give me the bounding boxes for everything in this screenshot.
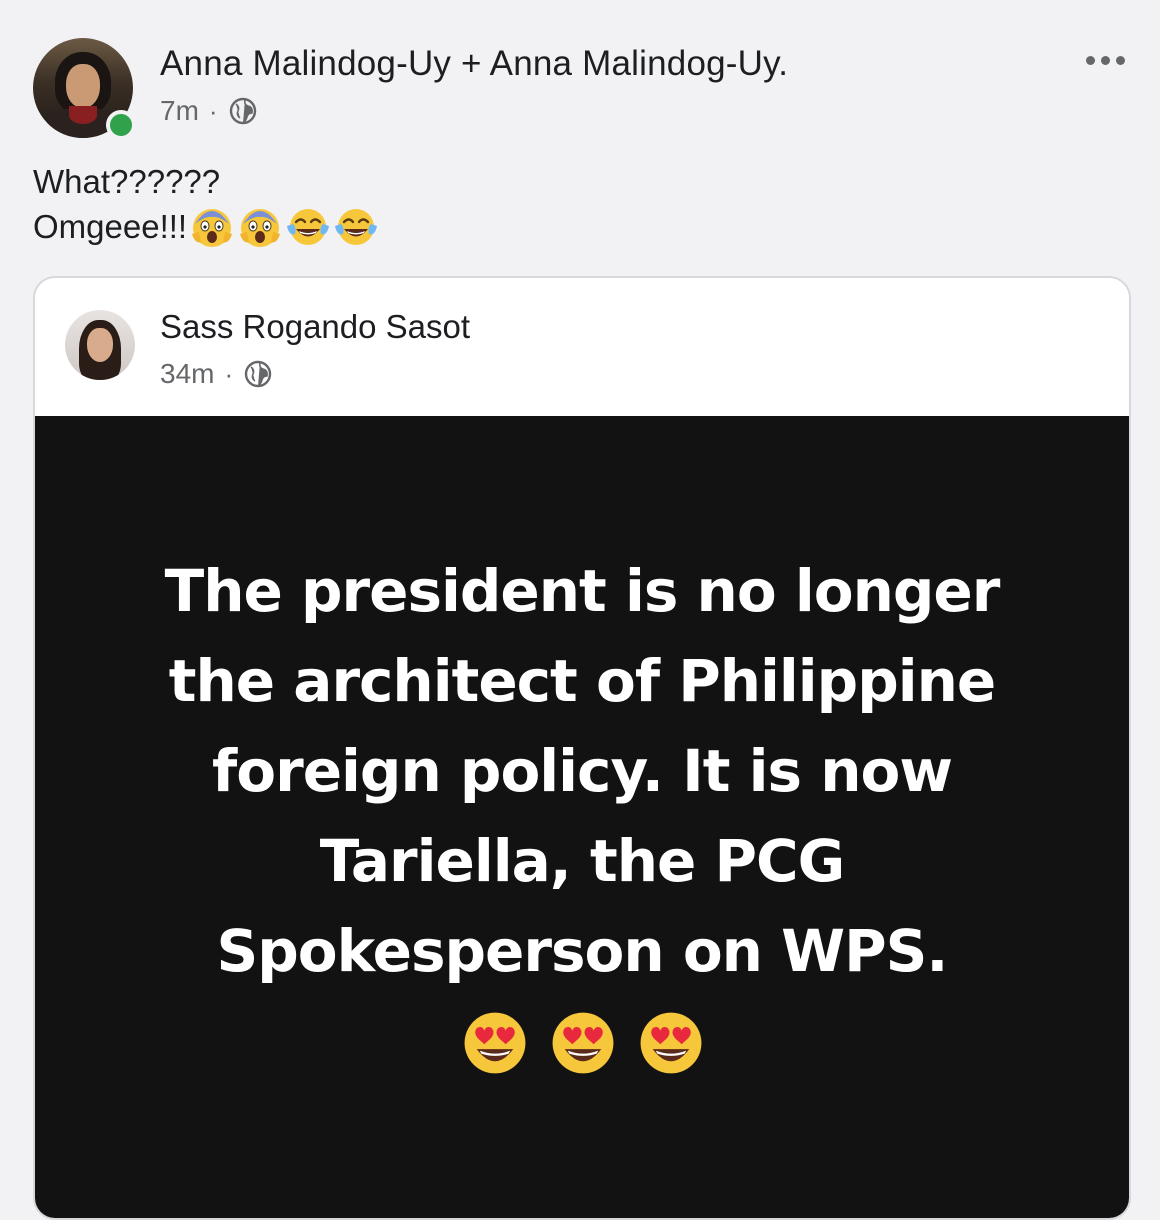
text-post-background[interactable]: The president is no longer the architect… (35, 416, 1129, 1218)
meta-separator: · (208, 95, 218, 126)
quote-emoji-row (35, 1008, 1129, 1078)
post-text-line-with-emojis: Omgeee!!! (33, 204, 379, 250)
globe-icon[interactable] (228, 96, 258, 126)
feed-post: Anna Malindog-Uy + Anna Malindog-Uy. 7m … (0, 0, 1160, 1220)
globe-icon[interactable] (243, 359, 273, 389)
post-author-name[interactable]: Anna Malindog-Uy + Anna Malindog-Uy. (160, 44, 788, 84)
heart-eyes-emoji (636, 1008, 706, 1078)
shared-author-avatar[interactable] (65, 310, 135, 380)
post-meta: 7m · (160, 93, 258, 129)
heart-eyes-emoji (460, 1008, 530, 1078)
tears-of-joy-emoji (333, 204, 379, 250)
tears-of-joy-emoji (285, 204, 331, 250)
screaming-face-emoji (237, 204, 283, 250)
quote-line: Spokesperson on WPS. (216, 917, 949, 985)
quote-line: foreign policy. It is now (212, 737, 953, 805)
quote-line: Tariella, the PCG (319, 827, 845, 895)
post-text-line: Omgeee!!! (33, 208, 188, 245)
online-status-indicator (106, 110, 136, 140)
post-timestamp[interactable]: 7m (160, 95, 199, 127)
quote-line: The president is no longer (164, 557, 1001, 625)
quote-line: the architect of Philippine (168, 647, 996, 715)
meta-separator: · (224, 358, 234, 389)
more-options-icon[interactable] (1080, 48, 1130, 72)
post-text-line: What?????? (33, 163, 221, 200)
shared-post-quote: The president is no longer the architect… (35, 546, 1129, 996)
shared-post-timestamp[interactable]: 34m (160, 358, 214, 390)
shared-post-meta: 34m · (160, 356, 273, 392)
shared-post-card[interactable]: Sass Rogando Sasot 34m · The president i… (33, 276, 1131, 1220)
shared-post-author-name[interactable]: Sass Rogando Sasot (160, 308, 470, 346)
screaming-face-emoji (189, 204, 235, 250)
post-body: What?????? Omgeee!!! (33, 160, 379, 250)
heart-eyes-emoji (548, 1008, 618, 1078)
